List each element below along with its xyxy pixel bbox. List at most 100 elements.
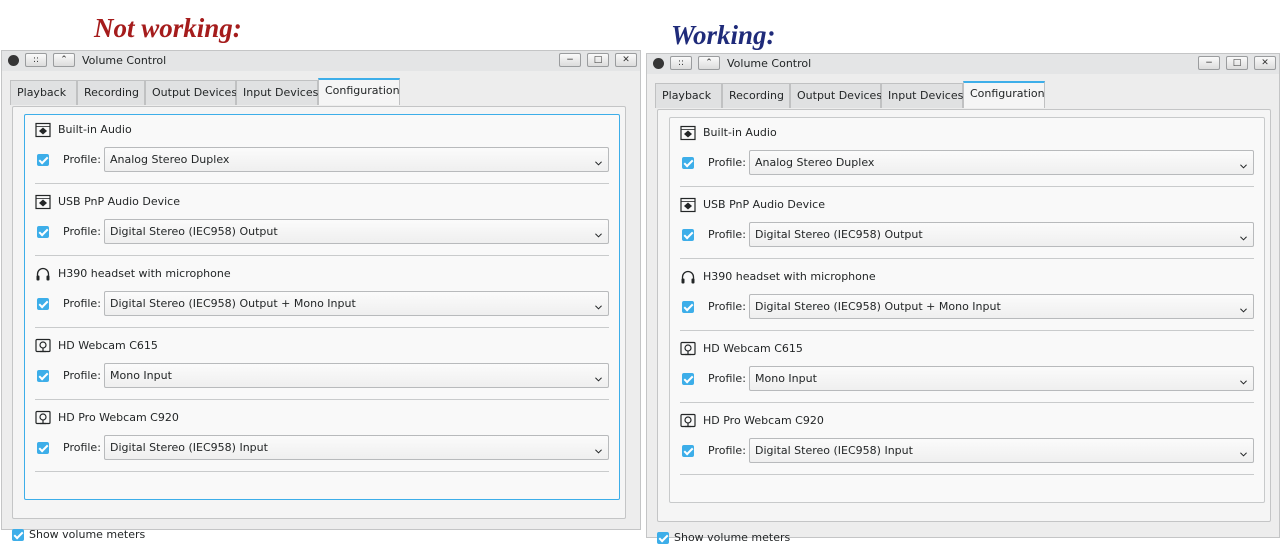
tab-recording[interactable]: Recording [722,83,790,108]
app-icon [8,55,19,66]
device-card: Built-in Audio Profile: Analog Stereo Dupl… [35,120,609,184]
device-card: USB PnP Audio Device Profile: Digital Ster… [680,195,1254,259]
chevron-down-icon [1240,448,1247,457]
profile-select[interactable]: Digital Stereo (IEC958) Input [104,435,609,460]
tab-input-devices[interactable]: Input Devices [881,83,963,108]
configuration-pane: Built-in Audio Profile: Analog Stereo Dupl… [657,109,1271,522]
profile-value: Mono Input [755,372,817,385]
tab-playback[interactable]: Playback [655,83,722,108]
device-list[interactable]: Built-in Audio Profile: Analog Stereo Dupl… [24,114,620,500]
profile-value: Digital Stereo (IEC958) Output + Mono In… [755,300,1001,313]
chevron-down-icon [1240,376,1247,385]
profile-value: Analog Stereo Duplex [755,156,875,169]
profile-select[interactable]: Digital Stereo (IEC958) Output + Mono In… [749,294,1254,319]
chevron-down-icon [595,229,602,238]
profile-label: Profile: [63,441,101,454]
device-name: HD Webcam C615 [58,339,158,352]
app-icon [653,58,664,69]
profile-select[interactable]: Digital Stereo (IEC958) Output [749,222,1254,247]
device-enabled-checkbox[interactable] [37,442,49,454]
chevron-down-icon [1240,304,1247,313]
configuration-pane: Built-in Audio Profile: Analog Stereo Dupl… [12,106,626,519]
device-card: HD Pro Webcam C920 Profile: Digital Stereo… [680,411,1254,475]
show-volume-meters-label: Show volume meters [29,528,146,541]
profile-label: Profile: [63,225,101,238]
keep-above-button[interactable]: ⌃ [698,56,720,70]
headset-icon [680,269,696,285]
title-bar[interactable]: :: ⌃ Volume Control − □ ✕ [647,54,1279,74]
minimize-button[interactable]: − [559,53,581,67]
close-button[interactable]: ✕ [615,53,637,67]
profile-value: Digital Stereo (IEC958) Input [755,444,913,457]
webcam-icon [680,413,696,429]
minimize-button[interactable]: − [1198,56,1220,70]
device-name: HD Pro Webcam C920 [703,414,824,427]
device-enabled-checkbox[interactable] [682,373,694,385]
profile-select[interactable]: Mono Input [104,363,609,388]
device-name: Built-in Audio [703,126,777,139]
window-menu-button[interactable]: :: [25,53,47,67]
tab-input-devices[interactable]: Input Devices [236,80,318,105]
window-title: Volume Control [727,57,812,70]
device-name: USB PnP Audio Device [58,195,180,208]
window-menu-button[interactable]: :: [670,56,692,70]
show-volume-meters-checkbox[interactable] [12,529,24,541]
maximize-button[interactable]: □ [587,53,609,67]
chevron-down-icon [595,373,602,382]
volume-control-window-not-working: :: ⌃ Volume Control − □ ✕Playback Recording Out… [1,50,641,541]
device-card: H390 headset with microphone Profile: Digi… [35,264,609,328]
profile-select[interactable]: Analog Stereo Duplex [749,150,1254,175]
device-enabled-checkbox[interactable] [682,445,694,457]
profile-value: Digital Stereo (IEC958) Output [110,225,278,238]
device-enabled-checkbox[interactable] [682,301,694,313]
chevron-down-icon [595,157,602,166]
profile-label: Profile: [708,300,746,313]
profile-select[interactable]: Mono Input [749,366,1254,391]
device-enabled-checkbox[interactable] [682,229,694,241]
profile-select[interactable]: Digital Stereo (IEC958) Input [749,438,1254,463]
close-button[interactable]: ✕ [1254,56,1276,70]
show-volume-meters-checkbox[interactable] [657,532,669,544]
profile-select[interactable]: Analog Stereo Duplex [104,147,609,172]
window-title: Volume Control [82,54,167,67]
sound-card-icon [680,125,696,141]
tab-output-devices[interactable]: Output Devices [790,83,882,108]
chevron-down-icon [1240,160,1247,169]
device-list[interactable]: Built-in Audio Profile: Analog Stereo Dupl… [669,117,1265,503]
chevron-down-icon [595,301,602,310]
device-enabled-checkbox[interactable] [37,226,49,238]
profile-label: Profile: [708,228,746,241]
maximize-button[interactable]: □ [1226,56,1248,70]
tab-configuration[interactable]: Configuration [963,81,1045,108]
tab-configuration[interactable]: Configuration [318,78,400,105]
device-enabled-checkbox[interactable] [37,154,49,166]
keep-above-button[interactable]: ⌃ [53,53,75,67]
tab-output-devices[interactable]: Output Devices [145,80,237,105]
profile-label: Profile: [63,369,101,382]
profile-value: Digital Stereo (IEC958) Output + Mono In… [110,297,356,310]
tab-recording[interactable]: Recording [77,80,145,105]
device-enabled-checkbox[interactable] [682,157,694,169]
webcam-icon [35,410,51,426]
profile-value: Digital Stereo (IEC958) Output [755,228,923,241]
profile-value: Analog Stereo Duplex [110,153,230,166]
headset-icon [35,266,51,282]
profile-select[interactable]: Digital Stereo (IEC958) Output + Mono In… [104,291,609,316]
webcam-icon [35,338,51,354]
profile-value: Mono Input [110,369,172,382]
device-card: Built-in Audio Profile: Analog Stereo Dupl… [680,123,1254,187]
device-enabled-checkbox[interactable] [37,298,49,310]
device-card: HD Webcam C615 Profile: Mono Input [35,336,609,400]
profile-select[interactable]: Digital Stereo (IEC958) Output [104,219,609,244]
tab-playback[interactable]: Playback [10,80,77,105]
profile-label: Profile: [63,153,101,166]
device-name: USB PnP Audio Device [703,198,825,211]
device-card: HD Pro Webcam C920 Profile: Digital Stereo… [35,408,609,472]
device-enabled-checkbox[interactable] [37,370,49,382]
device-card: H390 headset with microphone Profile: Digi… [680,267,1254,331]
sound-card-icon [35,194,51,210]
profile-value: Digital Stereo (IEC958) Input [110,441,268,454]
title-bar[interactable]: :: ⌃ Volume Control − □ ✕ [2,51,640,71]
chevron-down-icon [595,445,602,454]
webcam-icon [680,341,696,357]
